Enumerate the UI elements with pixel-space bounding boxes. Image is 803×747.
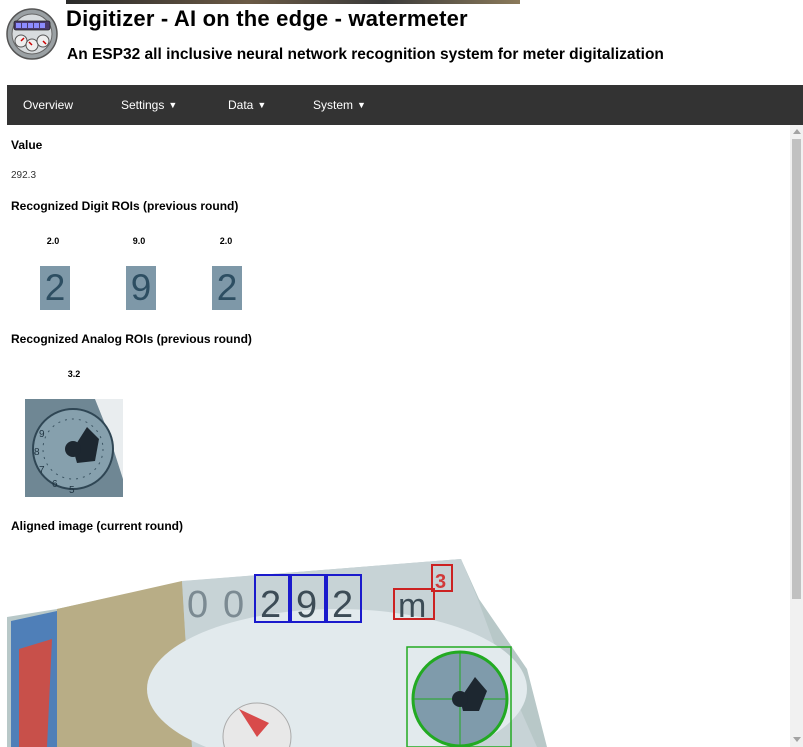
roi-digit: 9 bbox=[296, 584, 317, 626]
nav-data[interactable]: Data ▼ bbox=[228, 85, 266, 125]
roi-digit: 2 bbox=[332, 584, 353, 626]
nav-settings[interactable]: Settings ▼ bbox=[121, 85, 177, 125]
digit-roi-label: 2.0 bbox=[219, 236, 233, 246]
analog-roi-image: 9 8 7 6 5 bbox=[25, 399, 123, 497]
digit-roi-image: 2 bbox=[40, 266, 70, 310]
value-heading: Value bbox=[11, 138, 43, 152]
roi-digit: 2 bbox=[260, 584, 281, 626]
digit-roi-image: 2 bbox=[212, 266, 242, 310]
nav-system-label: System bbox=[313, 98, 354, 112]
digit-roi-label: 2.0 bbox=[46, 236, 60, 246]
analog-roi-label: 3.2 bbox=[67, 369, 81, 379]
chevron-down-icon: ▼ bbox=[357, 100, 366, 110]
chevron-down-icon: ▼ bbox=[168, 100, 178, 110]
nav-overview[interactable]: Overview bbox=[23, 85, 73, 125]
chevron-down-icon: ▼ bbox=[257, 100, 267, 110]
digit-rois-heading: Recognized Digit ROIs (previous round) bbox=[11, 199, 239, 213]
aligned-image-heading: Aligned image (current round) bbox=[11, 519, 184, 533]
svg-text:9: 9 bbox=[39, 429, 45, 440]
svg-text:7: 7 bbox=[39, 465, 45, 476]
leading-digit: 0 bbox=[223, 584, 244, 626]
page-title: Digitizer - AI on the edge - watermeter bbox=[66, 6, 468, 31]
digit-roi-image: 9 bbox=[126, 266, 156, 310]
svg-text:8: 8 bbox=[34, 447, 40, 458]
content-scrollbar[interactable] bbox=[790, 125, 803, 747]
nav-data-label: Data bbox=[228, 98, 254, 112]
scroll-up-arrow-icon[interactable] bbox=[793, 129, 801, 134]
nav-settings-label: Settings bbox=[121, 98, 165, 112]
digit-roi-digit: 2 bbox=[216, 267, 238, 308]
meter-value: 292.3 bbox=[11, 170, 37, 181]
digit-roi-label: 9.0 bbox=[132, 236, 146, 246]
main-navbar: Overview Settings ▼ Data ▼ System ▼ bbox=[7, 85, 803, 125]
svg-text:6: 6 bbox=[52, 479, 58, 490]
aligned-meter-image: 0 0 2 9 2 m 3 bbox=[7, 559, 547, 747]
scroll-down-arrow-icon[interactable] bbox=[793, 737, 801, 742]
page-header: Digitizer - AI on the edge - watermeter … bbox=[0, 0, 803, 85]
analog-rois-heading: Recognized Analog ROIs (previous round) bbox=[11, 332, 252, 346]
digit-roi-digit: 2 bbox=[44, 267, 66, 308]
main-content: Value 292.3 Recognized Digit ROIs (previ… bbox=[7, 125, 790, 747]
unit-exponent-text: 3 bbox=[435, 571, 446, 593]
svg-text:5: 5 bbox=[69, 485, 75, 496]
unit-text: m bbox=[398, 587, 426, 625]
header-image-strip bbox=[66, 0, 520, 4]
leading-digit: 0 bbox=[187, 584, 208, 626]
nav-system[interactable]: System ▼ bbox=[313, 85, 366, 125]
watermeter-logo bbox=[6, 8, 58, 60]
page-subtitle: An ESP32 all inclusive neural network re… bbox=[67, 46, 664, 63]
scroll-thumb[interactable] bbox=[792, 139, 801, 599]
nav-overview-label: Overview bbox=[23, 98, 74, 112]
digit-roi-digit: 9 bbox=[130, 267, 152, 308]
